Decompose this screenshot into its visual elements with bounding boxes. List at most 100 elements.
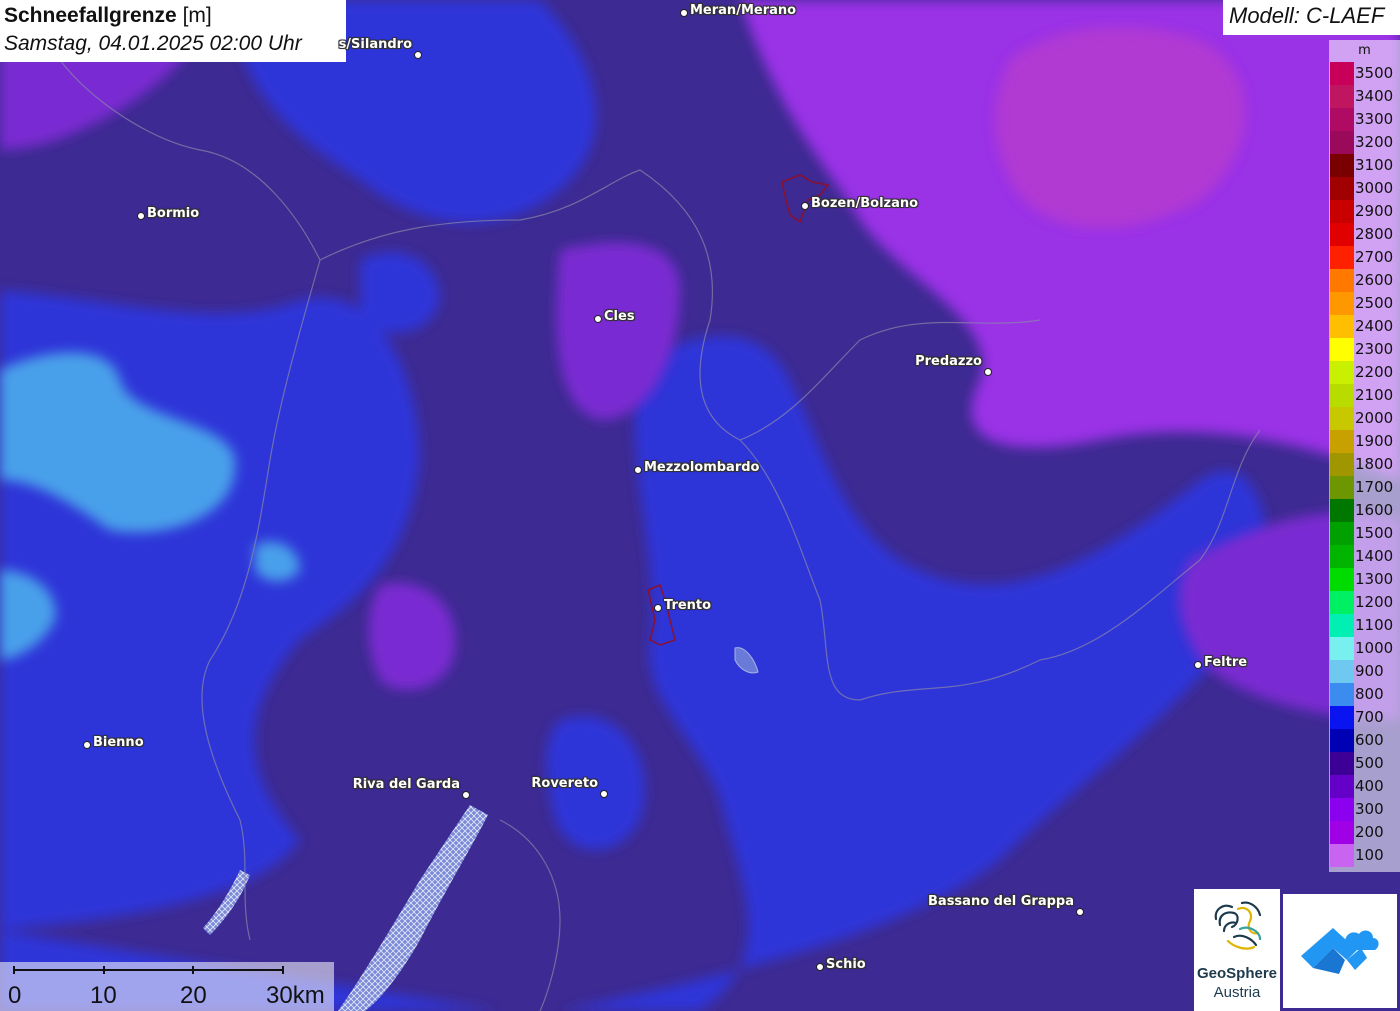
city-dot-icon [654, 604, 662, 612]
legend-label: 600 [1355, 731, 1384, 749]
legend-swatch [1330, 706, 1354, 729]
legend-item: 1700 [1329, 476, 1400, 499]
legend-label: 1500 [1355, 524, 1394, 542]
legend-label: 3200 [1355, 133, 1394, 151]
snowline-map[interactable] [0, 0, 1400, 1011]
model-label: Modell: C-LAEF [1223, 0, 1400, 35]
legend-item: 2700 [1329, 246, 1400, 269]
legend-item: 3000 [1329, 177, 1400, 200]
legend-item: 1400 [1329, 545, 1400, 568]
legend-item: 700 [1329, 706, 1400, 729]
legend-swatch [1330, 315, 1354, 338]
city-label: Trento [664, 598, 712, 613]
legend-item: 1300 [1329, 568, 1400, 591]
geosphere-logo[interactable]: GeoSphere Austria [1194, 889, 1280, 1011]
legend-swatch [1330, 338, 1354, 361]
legend-item: 500 [1329, 752, 1400, 775]
legend-swatch [1330, 729, 1354, 752]
city-label: s/Silandro [338, 37, 412, 52]
legend-label: 500 [1355, 754, 1384, 772]
legend-swatch [1330, 85, 1354, 108]
legend-swatch [1330, 384, 1354, 407]
legend-label: 3000 [1355, 179, 1394, 197]
city-dot-icon [414, 51, 422, 59]
legend-item: 2100 [1329, 384, 1400, 407]
legend-label: 1300 [1355, 570, 1394, 588]
legend-swatch [1330, 430, 1354, 453]
scale-label-20: 20 [180, 982, 207, 1009]
legend-label: 1400 [1355, 547, 1394, 565]
weather-app-logo[interactable] [1283, 894, 1397, 1008]
legend-swatch [1330, 62, 1354, 85]
city-dot-icon [83, 741, 91, 749]
legend-item: 3300 [1329, 108, 1400, 131]
city-label: Bormio [147, 206, 200, 221]
legend-swatch [1330, 775, 1354, 798]
legend-label: 2100 [1355, 386, 1394, 404]
legend-swatch [1330, 292, 1354, 315]
legend-label: 1100 [1355, 616, 1394, 634]
legend-label: 1600 [1355, 501, 1394, 519]
legend-item: 900 [1329, 660, 1400, 683]
legend-label: 1700 [1355, 478, 1394, 496]
legend-swatch [1330, 522, 1354, 545]
legend-label: 2000 [1355, 409, 1394, 427]
legend-swatch [1330, 614, 1354, 637]
legend-swatch [1330, 269, 1354, 292]
city-label: Meran/Merano [690, 3, 797, 18]
legend-swatch [1330, 476, 1354, 499]
legend-item: 300 [1329, 798, 1400, 821]
legend-swatch [1330, 223, 1354, 246]
legend-swatch [1330, 246, 1354, 269]
legend-swatch [1330, 131, 1354, 154]
city-label: Rovereto [531, 776, 598, 791]
legend-item: 2500 [1329, 292, 1400, 315]
scale-label-30: 30km [266, 982, 325, 1009]
legend-swatch [1330, 637, 1354, 660]
legend-swatch [1330, 844, 1354, 867]
geosphere-emblem-icon [1214, 901, 1262, 950]
city-label: Bienno [93, 735, 144, 750]
scale-bar: 0 10 20 30km [0, 962, 334, 1011]
legend-item: 3400 [1329, 85, 1400, 108]
city-dot-icon [1194, 661, 1202, 669]
legend-item: 1600 [1329, 499, 1400, 522]
legend-swatch [1330, 200, 1354, 223]
legend-item: 2300 [1329, 338, 1400, 361]
legend-swatch [1330, 683, 1354, 706]
legend-label: 100 [1355, 846, 1384, 864]
legend-item: 1200 [1329, 591, 1400, 614]
city-dot-icon [680, 9, 688, 17]
legend-swatch [1330, 407, 1354, 430]
legend-item: 200 [1329, 821, 1400, 844]
legend-item: 2900 [1329, 200, 1400, 223]
legend-item: 1800 [1329, 453, 1400, 476]
city-dot-icon [594, 315, 602, 323]
legend-item: 400 [1329, 775, 1400, 798]
color-legend: m 3500 3400 3300 3200 3100 3000 2900 2800 2700 26… [1329, 40, 1400, 872]
legend-item: 1100 [1329, 614, 1400, 637]
forecast-datetime: Samstag, 04.01.2025 02:00 Uhr [4, 32, 302, 55]
legend-label: 3500 [1355, 64, 1394, 82]
cloud-mountain-icon [1301, 928, 1379, 974]
legend-item: 600 [1329, 729, 1400, 752]
legend-label: 2600 [1355, 271, 1394, 289]
legend-label: 900 [1355, 662, 1384, 680]
city-dot-icon [137, 212, 145, 220]
legend-label: 2800 [1355, 225, 1394, 243]
legend-label: 800 [1355, 685, 1384, 703]
title-main: Schneefallgrenze [4, 4, 177, 27]
legend-label: 400 [1355, 777, 1384, 795]
legend-label: 2900 [1355, 202, 1394, 220]
legend-swatch [1330, 752, 1354, 775]
legend-label: 3400 [1355, 87, 1394, 105]
legend-unit: m [1358, 43, 1371, 58]
city-label: Riva del Garda [352, 777, 460, 792]
legend-item: 100 [1329, 844, 1400, 867]
legend-item: 800 [1329, 683, 1400, 706]
city-label: Schio [826, 957, 866, 972]
legend-label: 3300 [1355, 110, 1394, 128]
legend-swatch [1330, 361, 1354, 384]
geosphere-logo-subtext: Austria [1213, 984, 1261, 1001]
legend-label: 300 [1355, 800, 1384, 818]
